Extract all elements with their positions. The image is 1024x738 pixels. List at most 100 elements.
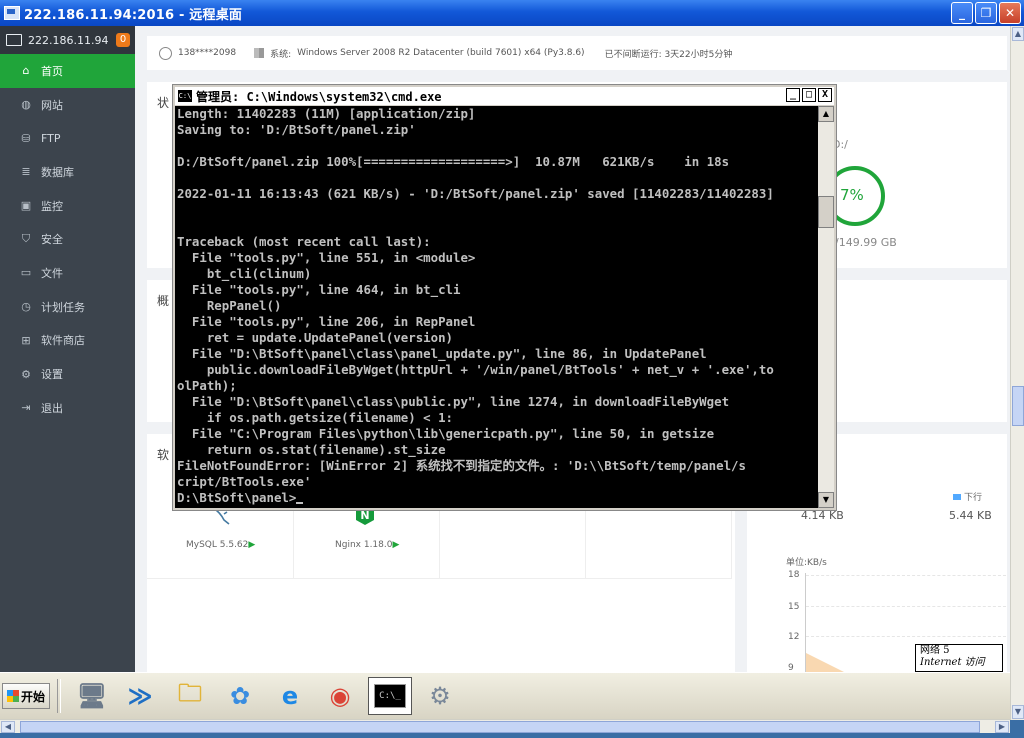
remote-taskbar: 开始 🖥 ≫ 🗀 ✿ e ◉ C:\_ ⚙ xyxy=(0,672,1010,719)
message-badge[interactable]: 0 xyxy=(116,33,130,47)
rdp-vertical-scrollbar[interactable]: ▲ ▼ xyxy=(1010,26,1024,720)
chart-unit: 单位:KB/s xyxy=(786,558,827,568)
scroll-right-arrow[interactable]: ▶ xyxy=(995,721,1009,733)
minimize-button[interactable]: _ xyxy=(951,2,973,24)
close-button[interactable]: ✕ xyxy=(999,2,1021,24)
baidu-netdisk-icon: ✿ xyxy=(229,682,251,710)
disk-percent: 7% xyxy=(840,186,864,204)
explorer-icon: 🗀 xyxy=(178,678,202,707)
user-icon xyxy=(159,46,172,60)
scroll-left-arrow[interactable]: ◀ xyxy=(1,721,15,733)
sidebar-item[interactable]: ▣ 监控 xyxy=(0,189,135,223)
cmd-icon: C:\_ xyxy=(374,684,406,708)
software-mysql-label: MySQL 5.5.62 xyxy=(186,540,249,550)
cmd-close-button[interactable]: X xyxy=(818,88,832,102)
overview-title: 概 xyxy=(157,294,170,308)
windows-icon xyxy=(254,48,265,58)
cmd-console[interactable]: Length: 11402283 (11M) [application/zip]… xyxy=(175,106,818,508)
uptime: 已不间断运行: 3天22小时5分钟 xyxy=(604,49,733,60)
legend-down: 下行 xyxy=(953,490,982,503)
system-value: Windows Server 2008 R2 Datacenter (build… xyxy=(297,48,585,58)
globe-icon: ◍ xyxy=(21,98,31,112)
powershell-icon: ≫ xyxy=(127,682,153,710)
net-down-value: 5.44 KB xyxy=(949,509,992,522)
sidebar-item[interactable]: ◍ 网站 xyxy=(0,88,135,122)
rdp-titlebar[interactable]: 222.186.11.94:2016 - 远程桌面 _ ❐ ✕ xyxy=(0,0,1024,26)
sidebar-item-label: 首页 xyxy=(41,64,63,78)
taskbar-app[interactable]: 🖥 xyxy=(70,677,114,715)
rdp-app-icon xyxy=(4,6,20,20)
sidebar-item-label: FTP xyxy=(41,131,61,145)
sidebar-item[interactable]: ⛉ 安全 xyxy=(0,222,135,256)
software-nginx-label: Nginx 1.18.0 xyxy=(335,540,393,550)
tooltip-line1: 网络 5 xyxy=(920,645,950,656)
cmd-scrollbar[interactable]: ▲ ▼ xyxy=(818,106,834,508)
sidebar-item-label: 监控 xyxy=(41,199,63,213)
sidebar-item-label: 软件商店 xyxy=(41,334,85,348)
disk-size: /149.99 GB xyxy=(835,236,897,249)
sidebar-item[interactable]: ⛁ FTP xyxy=(0,121,135,155)
sidebar-item[interactable]: ⚙ 设置 xyxy=(0,357,135,391)
cmd-maximize-button[interactable]: □ xyxy=(802,88,816,102)
y-tick: 15 xyxy=(788,602,800,612)
cmd-scroll-thumb[interactable] xyxy=(818,196,834,228)
taskbar-app[interactable]: 🗀 xyxy=(168,677,212,715)
ftp-icon: ⛁ xyxy=(21,131,31,145)
ie-icon: e xyxy=(281,682,299,710)
taskbar-app[interactable]: C:\_ xyxy=(368,677,412,715)
sidebar-item[interactable]: ▭ 文件 xyxy=(0,256,135,290)
play-icon[interactable]: ▶ xyxy=(392,540,399,550)
taskbar-app[interactable]: ≫ xyxy=(118,677,162,715)
remote-screen: 222.186.11.94 0 ⌂ 首页 ◍ 网站 ⛁ FTP ≣ 数据库 ▣ 监控 ⛉ 安全 ▭ 文件 ◷… xyxy=(0,26,1010,720)
cmd-window[interactable]: C:\ 管理员: C:\Windows\system32\cmd.exe _ □… xyxy=(172,84,837,511)
sidebar-item-label: 安全 xyxy=(41,233,63,247)
taskbar-app[interactable]: ◉ xyxy=(318,677,362,715)
sidebar-item[interactable]: ⇥ 退出 xyxy=(0,391,135,425)
status-title: 状 xyxy=(157,96,170,110)
vertical-scroll-thumb[interactable] xyxy=(1012,386,1024,426)
software-mysql[interactable]: MySQL 5.5.62▶ xyxy=(186,540,255,550)
cmd-prompt[interactable]: D:\BtSoft\panel> xyxy=(177,490,296,505)
cmd-minimize-button[interactable]: _ xyxy=(786,88,800,102)
start-button[interactable]: 开始 xyxy=(2,683,50,709)
scroll-down-arrow[interactable]: ▼ xyxy=(1012,705,1024,719)
rdp-title: 222.186.11.94:2016 - 远程桌面 xyxy=(24,7,243,23)
sidebar-item-label: 网站 xyxy=(41,98,63,112)
shield-icon: ⛉ xyxy=(21,232,31,246)
taskbar-app[interactable]: ✿ xyxy=(218,677,262,715)
scroll-up-arrow[interactable]: ▲ xyxy=(1012,27,1024,41)
sidebar-item-label: 计划任务 xyxy=(41,300,85,314)
sidebar-item-label: 数据库 xyxy=(41,165,74,179)
restore-button[interactable]: ❐ xyxy=(975,2,997,24)
cmd-output: Length: 11402283 (11M) [application/zip]… xyxy=(175,106,818,506)
y-tick: 18 xyxy=(788,570,800,580)
software-nginx[interactable]: Nginx 1.18.0▶ xyxy=(335,540,399,550)
sidebar-item[interactable]: ≣ 数据库 xyxy=(0,155,135,189)
legend-down-label: 下行 xyxy=(964,493,983,503)
user-phone[interactable]: 138****2098 xyxy=(178,48,236,58)
horizontal-scroll-thumb[interactable] xyxy=(20,721,980,733)
cmd-scroll-up[interactable]: ▲ xyxy=(818,106,834,122)
server-info-bar: 138****2098 系统: Windows Server 2008 R2 D… xyxy=(147,36,1007,70)
taskbar-separator xyxy=(57,679,61,713)
tooltip-line2: Internet 访问 xyxy=(920,657,985,668)
play-icon[interactable]: ▶ xyxy=(248,540,255,550)
cmd-titlebar[interactable]: C:\ 管理员: C:\Windows\system32\cmd.exe _ □… xyxy=(175,87,834,105)
taskbar-app[interactable]: e xyxy=(268,677,312,715)
start-label: 开始 xyxy=(21,689,46,704)
text-cursor xyxy=(296,502,304,504)
rdp-horizontal-scrollbar[interactable]: ◀ ▶ xyxy=(0,719,1010,734)
cmd-scroll-down[interactable]: ▼ xyxy=(818,492,834,508)
clock-icon: ◷ xyxy=(21,300,31,314)
chrome-icon: ◉ xyxy=(329,682,351,710)
sidebar-item[interactable]: ◷ 计划任务 xyxy=(0,290,135,324)
cmd-title: 管理员: C:\Windows\system32\cmd.exe xyxy=(196,89,442,104)
rdp-window-controls: _ ❐ ✕ xyxy=(951,2,1021,24)
settings-tool-icon: ⚙ xyxy=(429,682,451,710)
host-ip: 222.186.11.94 xyxy=(28,33,109,47)
sidebar-item[interactable]: ⌂ 首页 xyxy=(0,54,135,88)
taskbar-app[interactable]: ⚙ xyxy=(418,677,462,715)
cmd-output-text: Length: 11402283 (11M) [application/zip]… xyxy=(177,106,774,489)
sidebar-item[interactable]: ⊞ 软件商店 xyxy=(0,324,135,358)
folder-icon: ▭ xyxy=(20,266,32,280)
